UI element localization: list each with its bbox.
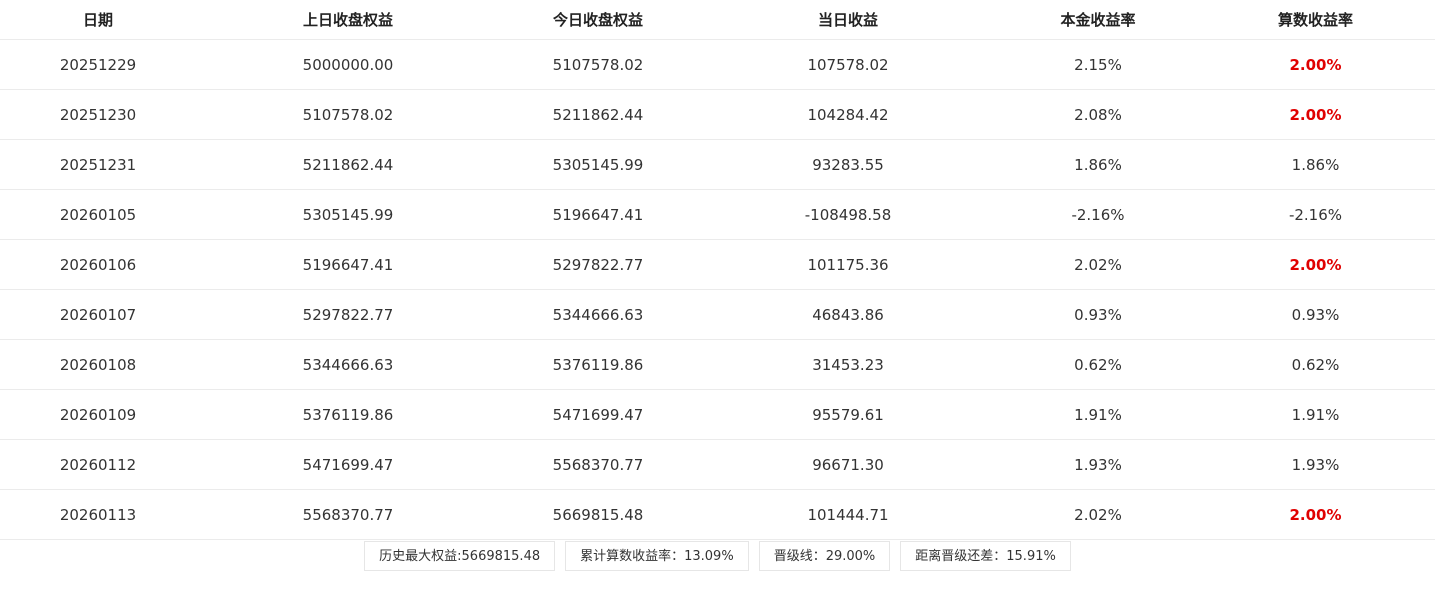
table-row: 20251230 5107578.02 5211862.44 104284.42… <box>0 90 1435 140</box>
cell-date: 20260106 <box>59 255 137 274</box>
header-daily-profit: 当日收益 <box>817 11 878 29</box>
cell-date: 20251230 <box>59 105 137 124</box>
table-row: 20260105 5305145.99 5196647.41 -108498.5… <box>0 190 1435 240</box>
cell-prev-close-equity: 5107578.02 <box>302 105 394 124</box>
cell-principal-return: 1.91% <box>1074 405 1122 424</box>
cell-principal-return: 1.86% <box>1074 155 1122 174</box>
cell-daily-profit: -108498.58 <box>804 205 892 224</box>
cell-prev-close-equity: 5196647.41 <box>302 255 394 274</box>
table-row: 20260106 5196647.41 5297822.77 101175.36… <box>0 240 1435 290</box>
cell-daily-profit: 101175.36 <box>807 255 889 274</box>
cell-prev-close-equity: 5297822.77 <box>302 305 394 324</box>
cell-daily-profit: 46843.86 <box>812 305 884 324</box>
cell-principal-return: 0.62% <box>1074 355 1122 374</box>
table-header-row: 日期 上日收盘权益 今日收盘权益 当日收益 本金收益率 算数收益率 <box>0 0 1435 40</box>
cell-arithmetic-return: 1.93% <box>1291 455 1340 474</box>
cell-today-close-equity: 5107578.02 <box>552 55 644 74</box>
cell-daily-profit: 104284.42 <box>807 105 889 124</box>
cell-daily-profit: 95579.61 <box>812 405 884 424</box>
cell-daily-profit: 93283.55 <box>812 155 884 174</box>
cell-principal-return: -2.16% <box>1071 205 1125 224</box>
cell-date: 20260107 <box>59 305 137 324</box>
cell-today-close-equity: 5305145.99 <box>552 155 644 174</box>
header-today-close-equity: 今日收盘权益 <box>552 11 643 29</box>
cell-today-close-equity: 5471699.47 <box>552 405 644 424</box>
table-row: 20251229 5000000.00 5107578.02 107578.02… <box>0 40 1435 90</box>
cell-date: 20260113 <box>59 505 137 524</box>
cell-today-close-equity: 5344666.63 <box>552 305 644 324</box>
cell-principal-return: 1.93% <box>1074 455 1122 474</box>
cell-daily-profit: 107578.02 <box>807 55 889 74</box>
cell-daily-profit: 96671.30 <box>812 455 884 474</box>
cell-prev-close-equity: 5471699.47 <box>302 455 394 474</box>
cell-arithmetic-return: 2.00% <box>1289 55 1342 74</box>
header-principal-return: 本金收益率 <box>1060 11 1136 29</box>
cell-today-close-equity: 5211862.44 <box>552 105 644 124</box>
cell-today-close-equity: 5297822.77 <box>552 255 644 274</box>
cell-date: 20260112 <box>59 455 137 474</box>
cell-arithmetic-return: 1.91% <box>1291 405 1340 424</box>
table-row: 20260112 5471699.47 5568370.77 96671.30 … <box>0 440 1435 490</box>
cell-prev-close-equity: 5000000.00 <box>302 55 394 74</box>
cell-principal-return: 2.02% <box>1074 255 1122 274</box>
cumulative-return-badge: 累计算数收益率：13.09% <box>565 541 749 571</box>
cell-principal-return: 2.08% <box>1074 105 1122 124</box>
cell-prev-close-equity: 5305145.99 <box>302 205 394 224</box>
cell-arithmetic-return: 0.93% <box>1291 305 1340 324</box>
cell-daily-profit: 101444.71 <box>807 505 889 524</box>
cell-date: 20251231 <box>59 155 137 174</box>
table-row: 20251231 5211862.44 5305145.99 93283.55 … <box>0 140 1435 190</box>
cell-prev-close-equity: 5568370.77 <box>302 505 394 524</box>
summary-bar: 历史最大权益:5669815.48 累计算数收益率：13.09% 晋级线：29.… <box>0 541 1435 571</box>
daily-equity-table: 日期 上日收盘权益 今日收盘权益 当日收益 本金收益率 算数收益率 202512… <box>0 0 1435 540</box>
gap-to-promotion-badge: 距离晋级还差：15.91% <box>900 541 1071 571</box>
max-equity-badge: 历史最大权益:5669815.48 <box>364 541 556 571</box>
cell-arithmetic-return: -2.16% <box>1288 205 1343 224</box>
cell-prev-close-equity: 5344666.63 <box>302 355 394 374</box>
table-row: 20260113 5568370.77 5669815.48 101444.71… <box>0 490 1435 540</box>
cell-arithmetic-return: 2.00% <box>1289 505 1342 524</box>
cell-arithmetic-return: 2.00% <box>1289 255 1342 274</box>
cell-date: 20260105 <box>59 205 137 224</box>
cell-date: 20260109 <box>59 405 137 424</box>
promotion-line-badge: 晋级线：29.00% <box>758 541 891 571</box>
table-row: 20260108 5344666.63 5376119.86 31453.23 … <box>0 340 1435 390</box>
cell-date: 20251229 <box>59 55 137 74</box>
cell-principal-return: 2.02% <box>1074 505 1122 524</box>
cell-prev-close-equity: 5376119.86 <box>302 405 394 424</box>
cell-principal-return: 2.15% <box>1074 55 1122 74</box>
header-prev-close-equity: 上日收盘权益 <box>302 11 393 29</box>
header-arithmetic-return: 算数收益率 <box>1277 11 1353 29</box>
cell-daily-profit: 31453.23 <box>812 355 884 374</box>
cell-today-close-equity: 5669815.48 <box>552 505 644 524</box>
cell-principal-return: 0.93% <box>1074 305 1122 324</box>
cell-prev-close-equity: 5211862.44 <box>302 155 394 174</box>
cell-date: 20260108 <box>59 355 137 374</box>
cell-today-close-equity: 5196647.41 <box>552 205 644 224</box>
cell-today-close-equity: 5568370.77 <box>552 455 644 474</box>
cell-today-close-equity: 5376119.86 <box>552 355 644 374</box>
cell-arithmetic-return: 0.62% <box>1291 355 1340 374</box>
table-row: 20260107 5297822.77 5344666.63 46843.86 … <box>0 290 1435 340</box>
cell-arithmetic-return: 1.86% <box>1291 155 1340 174</box>
cell-arithmetic-return: 2.00% <box>1289 105 1342 124</box>
table-row: 20260109 5376119.86 5471699.47 95579.61 … <box>0 390 1435 440</box>
header-date: 日期 <box>82 11 113 29</box>
